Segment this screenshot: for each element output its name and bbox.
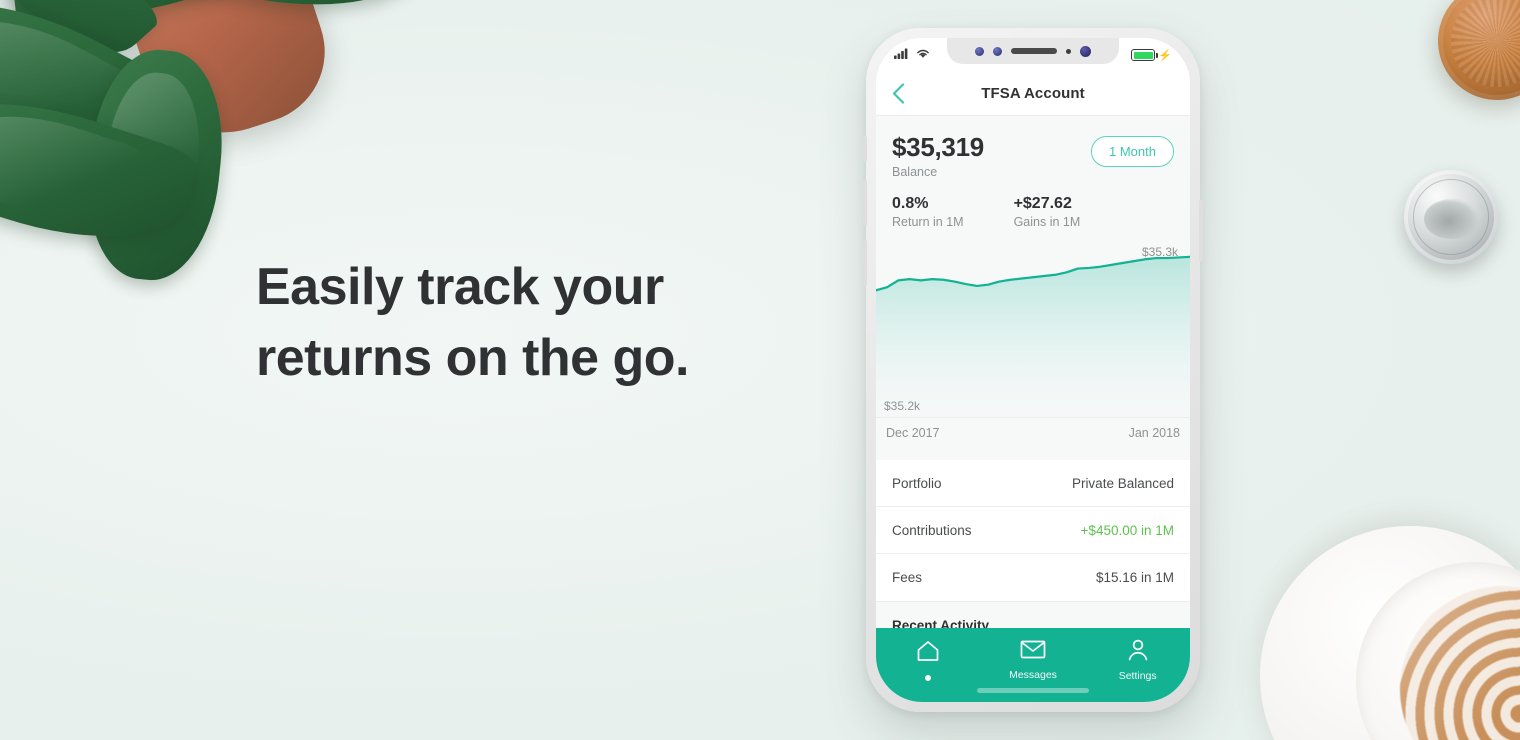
page-title: TFSA Account	[981, 85, 1085, 102]
wifi-icon	[916, 46, 930, 64]
headline-line-2: returns on the go.	[256, 329, 690, 388]
balance-chart[interactable]: $35.3k $35.2k	[876, 239, 1190, 417]
bottom-tab-bar: Messages Settings	[876, 628, 1190, 702]
gains-value: +$27.62	[1013, 195, 1072, 212]
return-value: 0.8%	[892, 195, 929, 212]
table-row[interactable]: Fees $15.16 in 1M	[876, 554, 1190, 601]
person-icon	[1126, 639, 1150, 666]
power-button[interactable]	[1199, 200, 1203, 262]
phone-notch	[947, 38, 1119, 64]
microphone-icon	[1066, 48, 1071, 54]
volume-down-button[interactable]	[863, 240, 867, 286]
balance-amount: $35,319	[892, 132, 984, 162]
recent-activity-title: Recent Activity	[892, 618, 990, 628]
tab-messages-label: Messages	[1009, 669, 1057, 681]
phone-screen: ⚡ TFSA Account $35,319 Balance 1 Month 0…	[876, 38, 1190, 702]
row-label: Portfolio	[892, 475, 942, 491]
recent-activity-section: Recent Activity	[876, 601, 1190, 628]
chart-date-range: Dec 2017 Jan 2018	[876, 417, 1190, 450]
home-indicator-bar[interactable]	[977, 688, 1089, 693]
active-tab-indicator	[925, 675, 932, 681]
tab-home[interactable]	[876, 639, 981, 681]
mute-switch[interactable]	[863, 136, 867, 162]
app-nav-bar: TFSA Account	[876, 72, 1190, 116]
chart-high-label: $35.3k	[1141, 245, 1178, 259]
row-value: $15.16 in 1M	[1095, 570, 1174, 585]
silver-quarter-coin	[1404, 170, 1498, 264]
return-stat: 0.8% Return in 1M	[892, 195, 964, 229]
period-selector-button[interactable]: 1 Month	[1091, 136, 1174, 167]
caribou-engraving	[1424, 198, 1478, 239]
signal-bars-icon	[894, 46, 910, 64]
gains-label: Gains in 1M	[1013, 215, 1081, 229]
gains-stat: +$27.62 Gains in 1M	[1014, 195, 1081, 229]
envelope-icon	[1020, 639, 1046, 665]
front-camera-icon	[1080, 45, 1091, 57]
balance-label: Balance	[892, 165, 938, 179]
account-detail-rows: Portfolio Private Balanced Contributions…	[876, 460, 1190, 601]
chart-date-start: Dec 2017	[886, 426, 940, 440]
account-summary: $35,319 Balance 1 Month 0.8% Return in 1…	[876, 116, 1190, 235]
chart-low-label: $35.2k	[884, 399, 921, 413]
row-value: Private Balanced	[1071, 475, 1174, 491]
chart-svg	[876, 255, 1190, 417]
headline-line-1: Easily track your	[256, 258, 664, 316]
charging-bolt-icon: ⚡	[1158, 49, 1172, 62]
chart-date-end: Jan 2018	[1128, 426, 1180, 440]
tab-messages[interactable]: Messages	[981, 639, 1086, 681]
return-label: Return in 1M	[892, 215, 964, 229]
summary-stats: 0.8% Return in 1M +$27.62 Gains in 1M	[892, 195, 1174, 229]
home-icon	[915, 639, 941, 668]
table-row[interactable]: Contributions +$450.00 in 1M	[876, 507, 1190, 554]
ambient-light-sensor-icon	[993, 46, 1002, 56]
row-label: Contributions	[892, 522, 972, 538]
tab-settings[interactable]: Settings	[1085, 639, 1190, 682]
proximity-sensor-icon	[975, 46, 984, 56]
phone-mockup: ⚡ TFSA Account $35,319 Balance 1 Month 0…	[863, 28, 1203, 712]
table-row[interactable]: Portfolio Private Balanced	[876, 460, 1190, 507]
copper-penny-coin	[1425, 0, 1520, 113]
earpiece-speaker	[1011, 48, 1057, 54]
volume-up-button[interactable]	[863, 180, 867, 226]
account-content: $35,319 Balance 1 Month 0.8% Return in 1…	[876, 116, 1190, 628]
row-label: Fees	[892, 570, 923, 585]
row-value: +$450.00 in 1M	[1080, 522, 1174, 538]
tab-settings-label: Settings	[1118, 670, 1157, 682]
status-bar: ⚡	[876, 38, 1190, 72]
page-headline: Easily track your returns on the go.	[256, 252, 816, 394]
battery-icon	[1131, 49, 1159, 61]
